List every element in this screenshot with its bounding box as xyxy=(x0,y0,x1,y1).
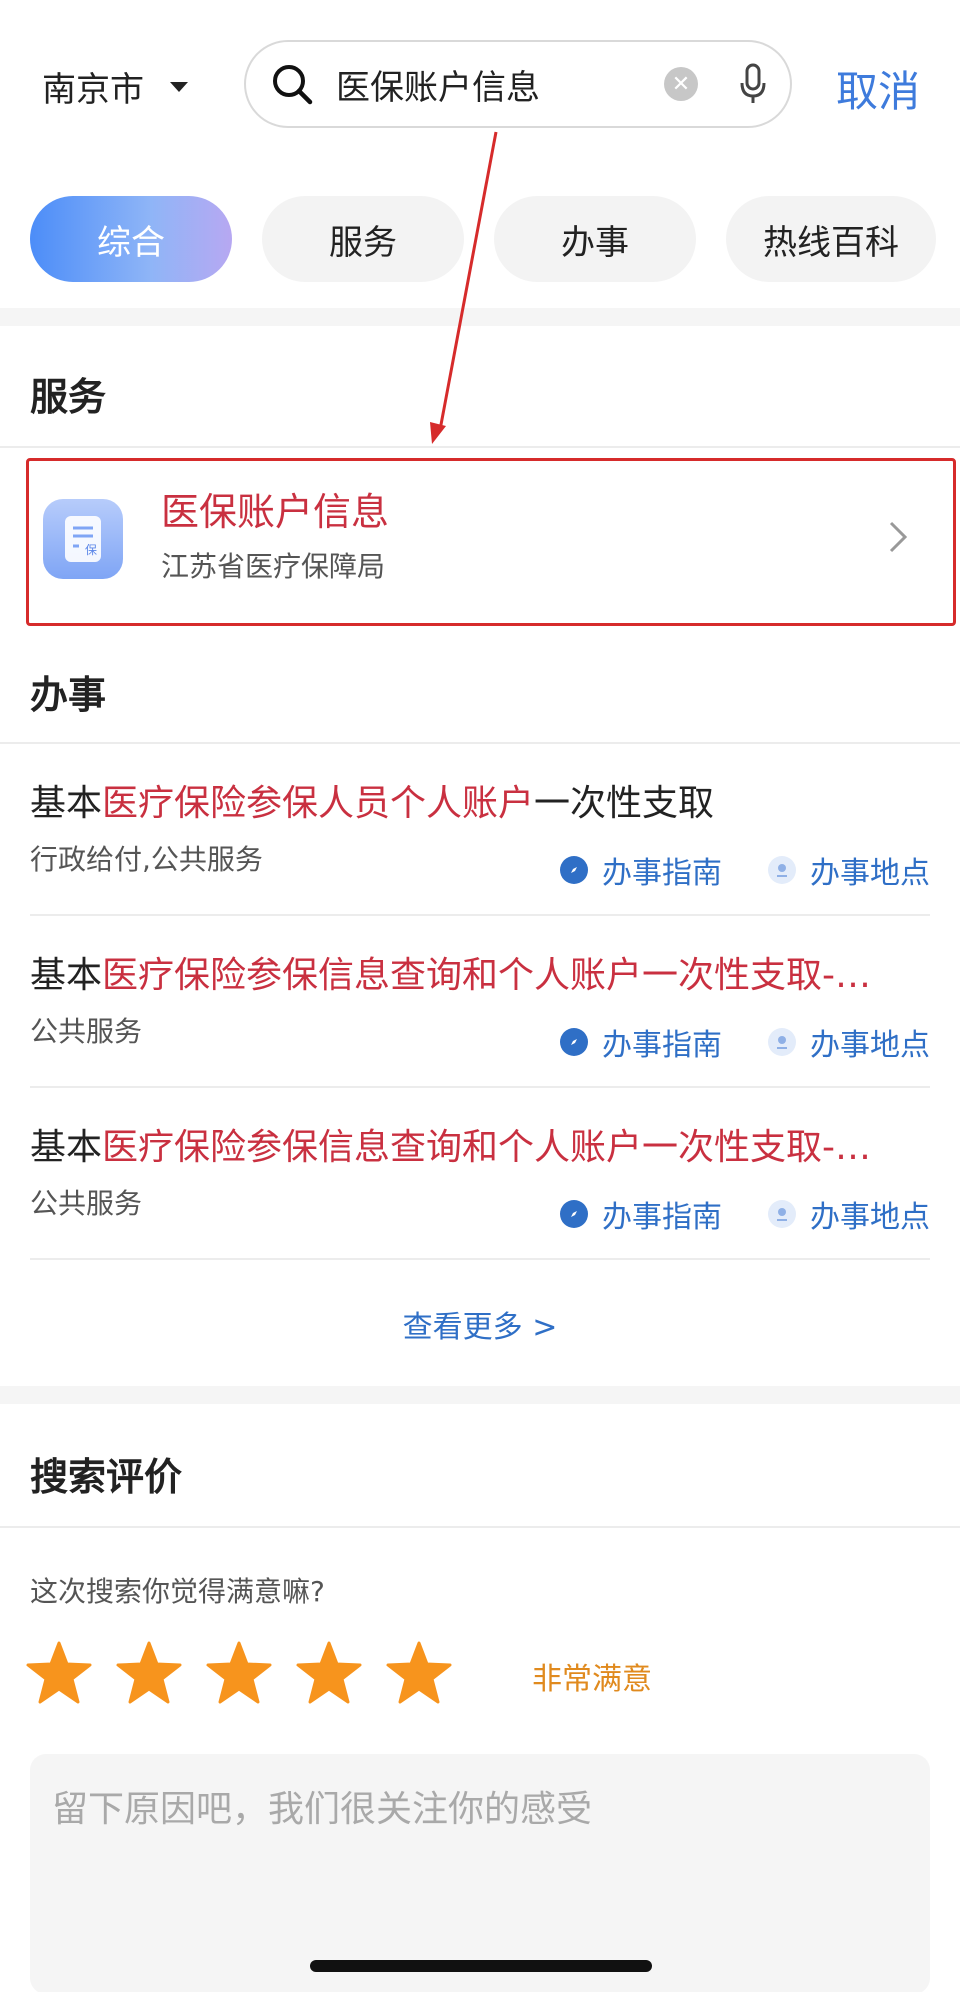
document-insurance-icon: 保 xyxy=(43,499,123,579)
service-card-medical-account[interactable]: 保 医保账户信息 江苏省医疗保障局 xyxy=(26,458,956,626)
item-tag: 公共服务 xyxy=(30,1187,143,1220)
divider xyxy=(30,1258,930,1260)
home-indicator xyxy=(310,1960,652,1972)
view-more-link[interactable]: 查看更多 > xyxy=(0,1302,960,1346)
list-item[interactable]: 基本医疗保险参保人员个人账户一次性支取 行政给付,公共服务 办事指南 办事地点 xyxy=(30,744,930,916)
compass-icon xyxy=(560,856,588,884)
star-icon[interactable] xyxy=(206,1640,272,1706)
section-gap xyxy=(0,308,960,326)
item-tag: 行政给付,公共服务 xyxy=(30,843,263,876)
list-item[interactable]: 基本医疗保险参保信息查询和个人账户一次性支取-… 公共服务 办事指南 办事地点 xyxy=(30,916,930,1088)
clear-icon[interactable]: ✕ xyxy=(664,67,698,101)
location-pin-icon xyxy=(768,1200,796,1228)
item-title: 基本医疗保险参保人员个人账户一次性支取 xyxy=(30,783,715,824)
tab-affairs[interactable]: 办事 xyxy=(494,196,696,282)
star-rating[interactable] xyxy=(26,1640,452,1706)
header: 南京市 医保账户信息 ✕ 取消 xyxy=(0,0,960,150)
guide-link[interactable]: 办事指南 xyxy=(560,1020,722,1064)
service-title: 医保账户信息 xyxy=(161,490,390,534)
location-link[interactable]: 办事地点 xyxy=(768,1020,930,1064)
feedback-textarea[interactable]: 留下原因吧，我们很关注你的感受 xyxy=(30,1754,930,1992)
tab-services[interactable]: 服务 xyxy=(262,196,464,282)
divider xyxy=(0,446,960,448)
item-title: 基本医疗保险参保信息查询和个人账户一次性支取-… xyxy=(30,1127,872,1168)
section-gap xyxy=(0,1386,960,1404)
filter-tabs: 综合 服务 办事 热线百科 xyxy=(30,196,936,282)
evaluation-section-title: 搜索评价 xyxy=(30,1455,183,1499)
cancel-button[interactable]: 取消 xyxy=(836,58,920,119)
guide-link[interactable]: 办事指南 xyxy=(560,848,722,892)
icon-glyph: 保 xyxy=(85,543,97,557)
chevron-right-icon xyxy=(889,521,908,553)
divider xyxy=(0,1526,960,1528)
service-section-title: 服务 xyxy=(30,375,107,419)
search-input[interactable]: 医保账户信息 xyxy=(336,60,664,109)
location-pin-icon xyxy=(768,1028,796,1056)
service-provider: 江苏省医疗保障局 xyxy=(161,550,386,583)
location-link[interactable]: 办事地点 xyxy=(768,848,930,892)
location-pin-icon xyxy=(768,856,796,884)
evaluation-question: 这次搜索你觉得满意嘛? xyxy=(30,1575,325,1608)
guide-link[interactable]: 办事指南 xyxy=(560,1192,722,1236)
location-link[interactable]: 办事地点 xyxy=(768,1192,930,1236)
rating-label: 非常满意 xyxy=(532,1662,652,1697)
list-item[interactable]: 基本医疗保险参保信息查询和个人账户一次性支取-… 公共服务 办事指南 办事地点 xyxy=(30,1088,930,1260)
tab-comprehensive[interactable]: 综合 xyxy=(30,196,232,282)
search-bar[interactable]: 医保账户信息 ✕ xyxy=(244,40,792,128)
city-selector[interactable]: 南京市 xyxy=(42,62,188,111)
compass-icon xyxy=(560,1200,588,1228)
star-icon[interactable] xyxy=(296,1640,362,1706)
star-icon[interactable] xyxy=(116,1640,182,1706)
item-title: 基本医疗保险参保信息查询和个人账户一次性支取-… xyxy=(30,955,872,996)
star-icon[interactable] xyxy=(386,1640,452,1706)
compass-icon xyxy=(560,1028,588,1056)
city-label: 南京市 xyxy=(42,70,144,110)
star-icon[interactable] xyxy=(26,1640,92,1706)
search-icon xyxy=(268,60,316,108)
affairs-section-title: 办事 xyxy=(30,673,107,717)
caret-down-icon xyxy=(170,81,188,92)
tab-hotline-wiki[interactable]: 热线百科 xyxy=(726,196,936,282)
item-tag: 公共服务 xyxy=(30,1015,143,1048)
microphone-icon[interactable] xyxy=(738,62,768,106)
